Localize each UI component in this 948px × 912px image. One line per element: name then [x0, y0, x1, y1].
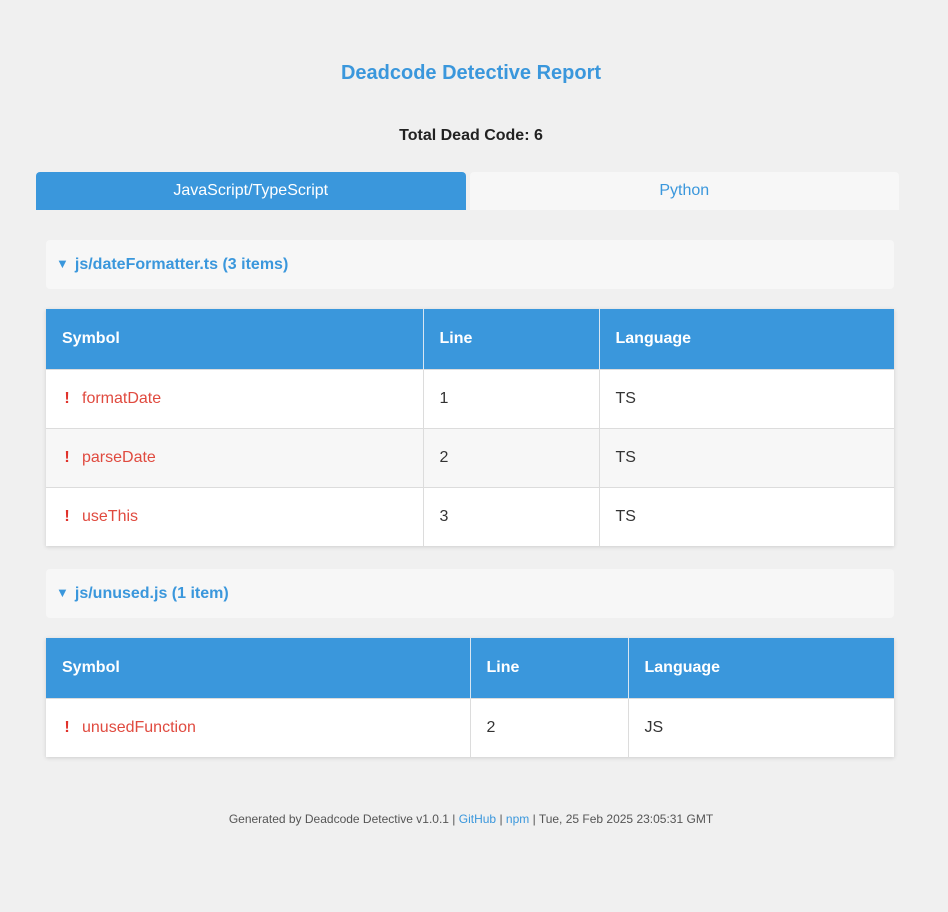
language-cell: TS [599, 427, 894, 487]
table-header-row: Symbol Line Language [46, 309, 894, 369]
language-cell: JS [628, 697, 894, 757]
npm-link[interactable]: npm [506, 812, 529, 826]
language-cell: TS [599, 368, 894, 428]
column-header-line: Line [423, 309, 600, 369]
line-cell: 2 [423, 427, 600, 487]
symbol-cell: ! formatDate [46, 368, 424, 428]
symbol-name: useThis [82, 507, 139, 525]
table-header-row: Symbol Line Language [46, 638, 894, 698]
column-header-symbol: Symbol [46, 638, 471, 698]
file-header-dateformatter[interactable]: ▼ js/dateFormatter.ts (3 items) [46, 240, 894, 289]
language-tabs: JavaScript/TypeScript Python [36, 172, 899, 210]
github-link[interactable]: GitHub [459, 812, 496, 826]
symbol-cell: ! unusedFunction [46, 697, 471, 757]
dead-code-table-unused: Symbol Line Language ! unusedFunction 2 J… [46, 638, 894, 757]
line-cell: 3 [423, 486, 600, 546]
warning-icon: ! [64, 448, 70, 466]
symbol-cell: ! parseDate [46, 427, 424, 487]
table-row: ! unusedFunction 2 JS [46, 697, 894, 757]
file-header-label: js/unused.js (1 item) [74, 584, 229, 602]
column-header-language: Language [599, 309, 894, 369]
column-header-line: Line [470, 638, 629, 698]
file-header-label: js/dateFormatter.ts (3 items) [74, 255, 289, 273]
line-cell: 1 [423, 368, 600, 428]
symbol-name: parseDate [82, 448, 156, 466]
footer-timestamp: | Tue, 25 Feb 2025 23:05:31 GMT [529, 812, 714, 826]
warning-icon: ! [64, 718, 70, 736]
table-row: ! parseDate 2 TS [46, 427, 894, 487]
file-header-unused[interactable]: ▼ js/unused.js (1 item) [46, 569, 894, 618]
tab-javascript-typescript[interactable]: JavaScript/TypeScript [36, 172, 466, 210]
warning-icon: ! [64, 389, 70, 407]
footer-separator: | [496, 812, 506, 826]
table-row: ! formatDate 1 TS [46, 368, 894, 428]
dead-code-table-dateformatter: Symbol Line Language ! formatDate 1 TS ! p… [46, 309, 894, 546]
page-title: Deadcode Detective Report [340, 62, 602, 84]
footer-generated-text: Generated by Deadcode Detective v1.0.1 | [228, 812, 459, 826]
warning-icon: ! [64, 507, 70, 525]
column-header-symbol: Symbol [46, 309, 424, 369]
table-row: ! useThis 3 TS [46, 486, 894, 546]
total-dead-code: Total Dead Code: 6 [399, 127, 543, 144]
caret-down-icon: ▼ [56, 256, 69, 271]
symbol-name: unusedFunction [82, 718, 196, 736]
footer: Generated by Deadcode Detective v1.0.1 |… [0, 812, 942, 826]
line-cell: 2 [470, 697, 629, 757]
language-cell: TS [599, 486, 894, 546]
symbol-cell: ! useThis [46, 486, 424, 546]
caret-down-icon: ▼ [56, 585, 69, 600]
column-header-language: Language [628, 638, 894, 698]
tab-python[interactable]: Python [469, 172, 899, 210]
symbol-name: formatDate [82, 389, 162, 407]
